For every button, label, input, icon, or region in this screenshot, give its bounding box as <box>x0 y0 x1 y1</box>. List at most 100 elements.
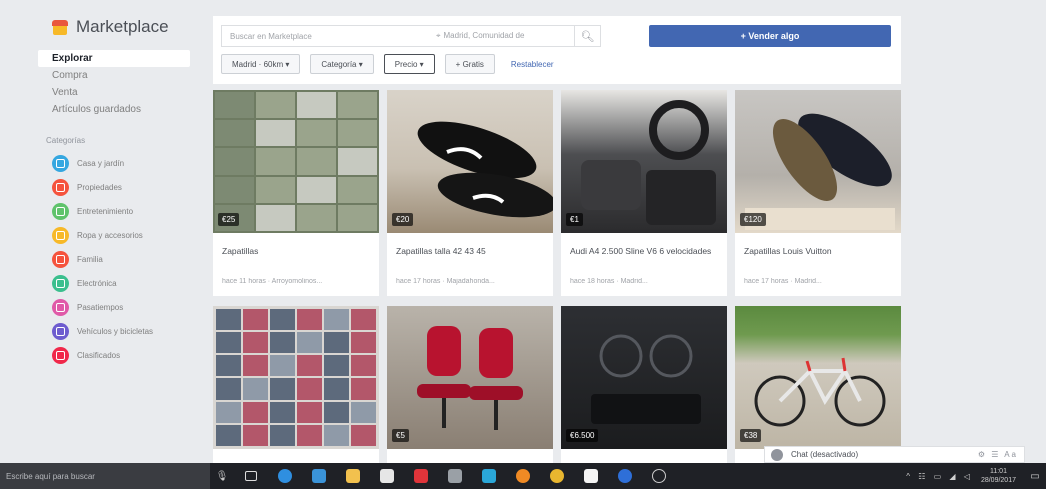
price-tag: €6.500 <box>566 429 599 442</box>
category-label: Vehículos y bicicletas <box>77 326 154 336</box>
location-value: Madrid, Comunidad de <box>443 31 525 40</box>
taskbar-search-text: Escribe aquí para buscar <box>6 471 95 481</box>
marketplace-shop-icon <box>52 19 68 35</box>
listing-card[interactable]: €6.500 <box>561 306 727 466</box>
category-item-pasatiempos[interactable]: Pasatiempos <box>38 295 190 319</box>
reset-link[interactable]: Restablecer <box>511 60 554 69</box>
clock[interactable]: 11:01 28/09/2017 <box>981 467 1016 485</box>
listing-card[interactable]: €5 <box>387 306 553 466</box>
category-label: Propiedades <box>77 182 122 192</box>
filter-row: Madrid · 60km ▾ Categoría ▾ Precio ▾ + G… <box>221 54 554 74</box>
price-tag: €5 <box>392 429 409 442</box>
listing-image: €20 <box>387 90 553 233</box>
listing-card[interactable] <box>213 306 379 466</box>
marketplace-header[interactable]: Marketplace <box>38 14 190 40</box>
sneaker-illustration <box>417 121 553 218</box>
notification-icon[interactable]: ▭ <box>1024 471 1046 482</box>
category-item-propiedades[interactable]: Propiedades <box>38 175 190 199</box>
clock-time: 11:01 <box>989 468 1007 475</box>
listing-card[interactable]: €20 Zapatillas talla 42 43 45 hace 17 ho… <box>387 90 553 296</box>
taskbar: Escribe aquí para buscar 🎙︎ ^ ☷ ▭ ◢ ◁ 11… <box>0 463 1046 489</box>
page-title: Marketplace <box>76 17 169 36</box>
building-icon <box>52 178 69 196</box>
listing-meta: hace 18 horas · Madrid... <box>570 278 648 285</box>
listing-title: Audi A4 2.500 Sline V6 6 velocidades <box>570 246 712 256</box>
firefox-icon[interactable] <box>506 463 540 489</box>
listing-card[interactable]: €25 Zapatillas hace 11 horas · Arroyomol… <box>213 90 379 296</box>
car-interior-illustration <box>581 100 716 225</box>
tray-icons[interactable]: ^ ☷ ▭ ◢ ◁ <box>906 472 973 481</box>
system-tray: ^ ☷ ▭ ◢ ◁ 11:01 28/09/2017 ▭ <box>906 467 1046 485</box>
listing-title: Zapatillas talla 42 43 45 <box>396 246 486 256</box>
shirt-icon <box>52 226 69 244</box>
category-item-casa[interactable]: Casa y jardín <box>38 151 190 175</box>
price-tag: €38 <box>740 429 762 442</box>
chat-options-icons[interactable]: ⚙ ☰ Aa <box>978 450 1018 459</box>
listing-title: Zapatillas Louis Vuitton <box>744 246 832 256</box>
category-label: Clasificados <box>77 350 121 360</box>
listing-image <box>213 306 379 449</box>
shopping-bag-icon[interactable] <box>370 463 404 489</box>
category-label: Familia <box>77 254 103 264</box>
price-tag: €20 <box>392 213 414 226</box>
category-filter-button[interactable]: Categoría ▾ <box>310 54 374 74</box>
free-filter-button[interactable]: + Gratis <box>444 54 495 74</box>
edge-browser-icon[interactable] <box>268 463 302 489</box>
filter-panel: Buscar en Marketplace ⌖ Madrid, Comunidad… <box>213 16 901 84</box>
sidebar-nav: Explorar Compra Venta Artículos guardado… <box>38 50 190 118</box>
category-item-vehiculos[interactable]: Vehículos y bicicletas <box>38 319 190 343</box>
app-blue-circle-icon[interactable] <box>608 463 642 489</box>
category-item-clasificados[interactable]: Clasificados <box>38 343 190 367</box>
house-icon <box>52 154 69 172</box>
device-icon <box>52 274 69 292</box>
listing-card[interactable]: €38 <box>735 306 901 466</box>
sell-button[interactable]: + Vender algo <box>649 25 891 47</box>
listing-meta: hace 11 horas · Arroyomolinos... <box>222 278 323 285</box>
search-input[interactable]: Buscar en Marketplace <box>222 32 428 41</box>
listing-title: Zapatillas <box>222 246 259 256</box>
category-label: Electrónica <box>77 278 117 288</box>
monitor-app-icon[interactable] <box>472 463 506 489</box>
chrome-icon[interactable] <box>540 463 574 489</box>
sidebar-item-guardados[interactable]: Artículos guardados <box>38 101 190 118</box>
app-red-icon[interactable] <box>404 463 438 489</box>
location-pin-icon: ⌖ <box>436 31 441 40</box>
listing-image: €1 <box>561 90 727 233</box>
category-item-familia[interactable]: Familia <box>38 247 190 271</box>
listing-meta: hace 17 horas · Madrid... <box>744 278 822 285</box>
category-item-ropa[interactable]: Ropa y accesorios <box>38 223 190 247</box>
category-label: Ropa y accesorios <box>77 230 143 240</box>
bike-illustration <box>754 357 886 427</box>
price-filter-button[interactable]: Precio ▾ <box>383 54 435 74</box>
film-icon <box>52 202 69 220</box>
microphone-icon[interactable]: 🎙︎ <box>210 471 234 482</box>
listing-card[interactable]: €120 Zapatillas Louis Vuitton hace 17 ho… <box>735 90 901 296</box>
palette-icon <box>52 298 69 316</box>
location-filter-button[interactable]: Madrid · 60km ▾ <box>221 54 301 74</box>
chat-bar[interactable]: Chat (desactivado) ⚙ ☰ Aa <box>764 446 1025 463</box>
sidebar-item-venta[interactable]: Venta <box>38 84 190 101</box>
location-input[interactable]: ⌖ Madrid, Comunidad de <box>428 31 574 41</box>
listing-image: €6.500 <box>561 306 727 449</box>
search-bar: Buscar en Marketplace ⌖ Madrid, Comunidad… <box>221 25 601 47</box>
category-item-entretenimiento[interactable]: Entretenimiento <box>38 199 190 223</box>
sidebar-item-compra[interactable]: Compra <box>38 67 190 84</box>
sidebar-item-explorar[interactable]: Explorar <box>38 50 190 67</box>
chairs-illustration <box>417 326 523 430</box>
listing-card[interactable]: €1 Audi A4 2.500 Sline V6 6 velocidades … <box>561 90 727 296</box>
taskbar-search-input[interactable]: Escribe aquí para buscar <box>0 463 210 489</box>
price-tag: €1 <box>566 213 583 226</box>
category-label: Casa y jardín <box>77 158 125 168</box>
settings-gear-icon[interactable] <box>642 463 676 489</box>
file-explorer-icon[interactable] <box>336 463 370 489</box>
mail-icon[interactable] <box>574 463 608 489</box>
store-app-icon[interactable] <box>302 463 336 489</box>
category-item-electronica[interactable]: Electrónica <box>38 271 190 295</box>
search-icon[interactable]: 🔍︎ <box>574 26 600 46</box>
price-tag: €120 <box>740 213 766 226</box>
network-app-icon[interactable] <box>438 463 472 489</box>
category-list: Casa y jardín Propiedades Entretenimient… <box>38 151 190 367</box>
task-view-icon[interactable] <box>234 463 268 489</box>
listing-image: €5 <box>387 306 553 449</box>
listing-image: €38 <box>735 306 901 449</box>
